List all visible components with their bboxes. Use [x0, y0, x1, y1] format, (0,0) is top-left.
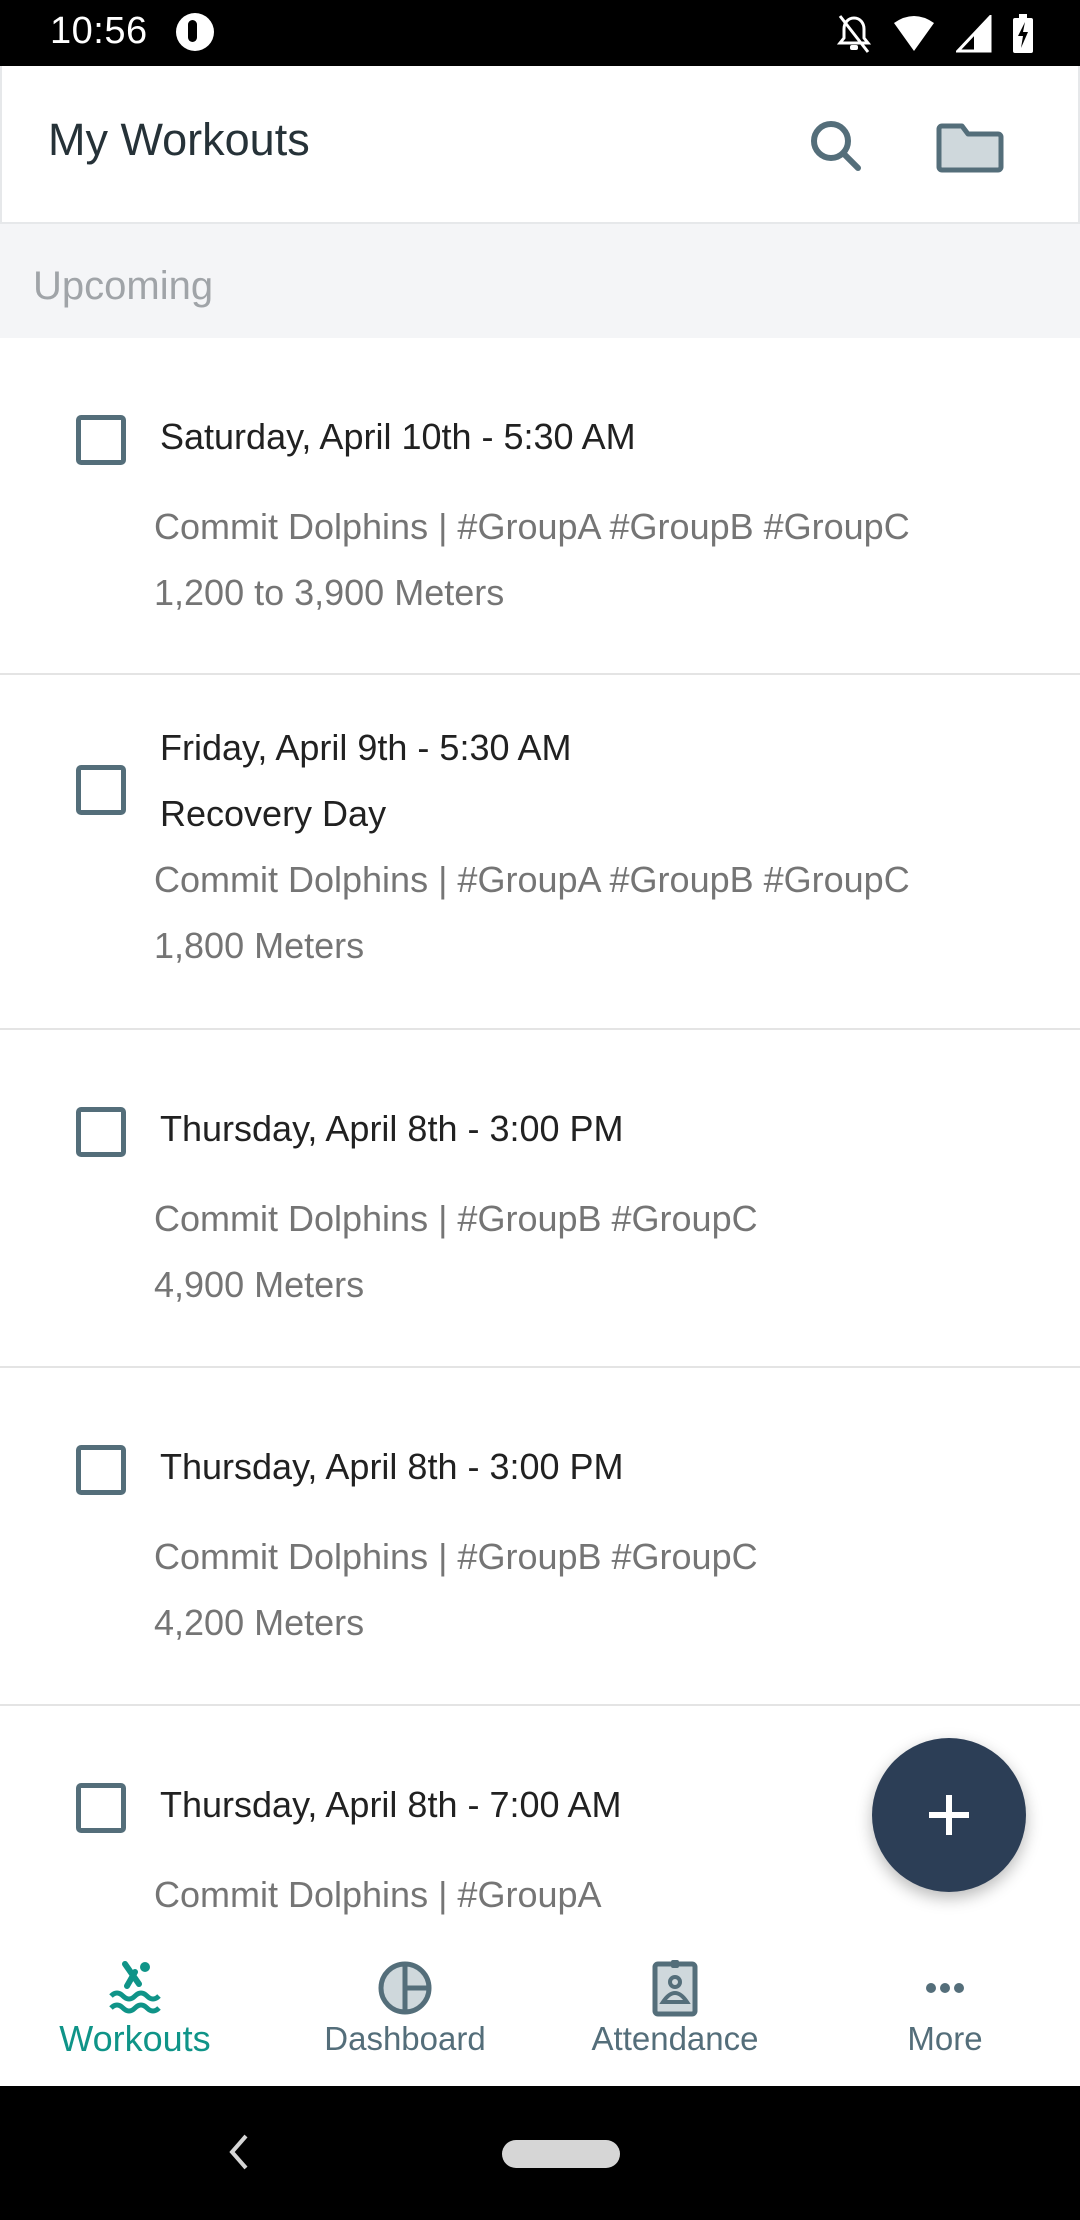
wifi-icon: [894, 16, 934, 51]
workout-title: Saturday, April 10th - 5:30 AM: [160, 416, 636, 457]
workout-team-groups: Commit Dolphins | #GroupA #GroupB #Group…: [154, 506, 910, 547]
badge-icon: [652, 1960, 698, 2017]
bottom-navigation: Workouts Dashboard Attendance More: [0, 1940, 1080, 2086]
search-button[interactable]: [802, 112, 872, 182]
nav-tab-workouts[interactable]: Workouts: [0, 1940, 270, 2086]
search-icon: [811, 121, 861, 171]
bell-off-icon: [836, 15, 872, 53]
workout-subtitle: Recovery Day: [160, 793, 387, 834]
app-notification-icon: [176, 13, 214, 51]
workout-distance: 1,800 Meters: [154, 925, 365, 966]
nav-tab-dashboard[interactable]: Dashboard: [270, 1940, 540, 2086]
status-time: 10:56: [50, 10, 148, 52]
nav-label: More: [907, 2020, 983, 2057]
nav-tab-attendance[interactable]: Attendance: [540, 1940, 810, 2086]
plus-icon: [929, 1795, 969, 1835]
section-title: Upcoming: [33, 264, 214, 308]
folder-icon: [936, 123, 1004, 173]
workout-title: Thursday, April 8th - 7:00 AM: [160, 1784, 622, 1825]
workout-list-item[interactable]: Friday, April 9th - 5:30 AM Recovery Day…: [0, 675, 1080, 1030]
workout-list-item[interactable]: Thursday, April 8th - 3:00 PM Commit Dol…: [0, 1030, 1080, 1368]
workout-title: Friday, April 9th - 5:30 AM: [160, 727, 572, 768]
workout-checkbox[interactable]: [76, 1445, 126, 1495]
nav-label: Workouts: [59, 2018, 211, 2059]
status-bar: 10:56: [0, 0, 1080, 66]
workout-team-groups: Commit Dolphins | #GroupA: [154, 1874, 602, 1915]
nav-label: Attendance: [591, 2020, 759, 2057]
workout-distance: 4,200 Meters: [154, 1602, 365, 1643]
workout-team-groups: Commit Dolphins | #GroupB #GroupC: [154, 1536, 758, 1577]
workout-checkbox[interactable]: [76, 1783, 126, 1833]
workout-checkbox[interactable]: [76, 1107, 126, 1157]
home-button[interactable]: [502, 2140, 620, 2168]
folder-button[interactable]: [932, 112, 1008, 182]
add-workout-button[interactable]: [872, 1738, 1026, 1892]
workout-checkbox[interactable]: [76, 765, 126, 815]
battery-charging-icon: [1013, 14, 1033, 53]
workout-team-groups: Commit Dolphins | #GroupB #GroupC: [154, 1198, 758, 1239]
signal-icon: [956, 15, 992, 53]
workout-list-item[interactable]: Saturday, April 10th - 5:30 AM Commit Do…: [0, 338, 1080, 675]
workout-title: Thursday, April 8th - 3:00 PM: [160, 1108, 624, 1149]
page-title: My Workouts: [48, 114, 310, 165]
workout-team-groups: Commit Dolphins | #GroupA #GroupB #Group…: [154, 859, 910, 900]
back-icon[interactable]: [226, 2132, 250, 2172]
workout-distance: 1,200 to 3,900 Meters: [154, 572, 505, 613]
swimmer-icon: [109, 1961, 161, 2014]
workout-title: Thursday, April 8th - 3:00 PM: [160, 1446, 624, 1487]
status-icons: [836, 14, 1034, 54]
system-navigation-bar: [0, 2086, 1080, 2220]
pie-chart-icon: [378, 1961, 432, 2015]
workout-checkbox[interactable]: [76, 415, 126, 465]
more-horizontal-icon: [926, 1983, 964, 1993]
nav-label: Dashboard: [324, 2020, 486, 2057]
app-bar: My Workouts: [0, 66, 1080, 224]
section-header-upcoming: Upcoming: [0, 224, 1080, 338]
nav-tab-more[interactable]: More: [810, 1940, 1080, 2086]
workout-list-item[interactable]: Thursday, April 8th - 3:00 PM Commit Dol…: [0, 1368, 1080, 1706]
workout-distance: 4,900 Meters: [154, 1264, 365, 1305]
workout-list: Saturday, April 10th - 5:30 AM Commit Do…: [0, 338, 1080, 1946]
